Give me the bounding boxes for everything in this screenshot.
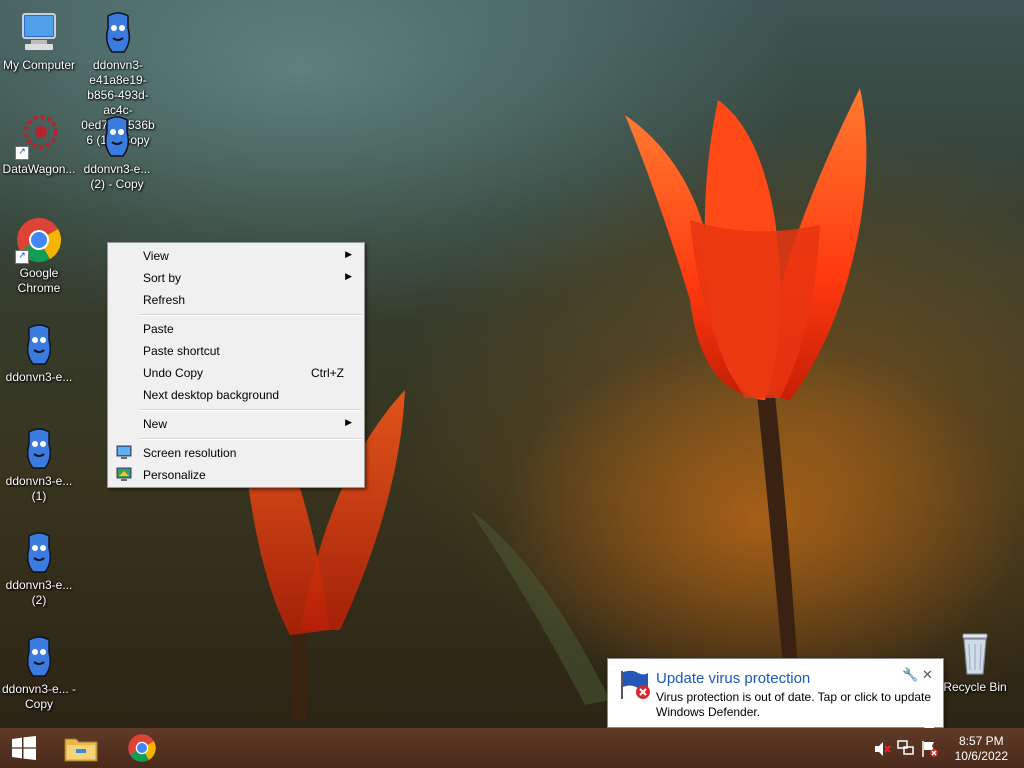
defender-flag-icon — [618, 667, 652, 701]
menu-item-view[interactable]: View ▶ — [110, 245, 362, 267]
menu-item-label: Personalize — [143, 468, 206, 482]
desktop-icon-datawagon[interactable]: ↗ DataWagon... — [0, 112, 78, 177]
personalize-icon — [115, 466, 133, 484]
menu-item-undo-copy[interactable]: Undo Copy Ctrl+Z — [110, 362, 362, 384]
taskbar-google-chrome[interactable] — [120, 728, 166, 768]
folder-icon — [64, 734, 98, 765]
clock-date: 10/6/2022 — [954, 749, 1008, 763]
desktop-icon-label: Google Chrome — [17, 266, 61, 295]
menu-separator — [139, 314, 362, 316]
desktop-icon-ddonvn3-copy[interactable]: ddonvn3-e... - Copy — [0, 632, 78, 712]
menu-separator — [139, 438, 362, 440]
menu-item-next-desktop-background[interactable]: Next desktop background — [110, 384, 362, 406]
menu-item-label: Paste shortcut — [143, 344, 220, 358]
blue-creature-icon — [15, 528, 63, 576]
taskbar-clock[interactable]: 8:57 PM 10/6/2022 — [955, 734, 1008, 764]
menu-item-label: Sort by — [143, 271, 182, 285]
blue-creature-icon — [93, 112, 141, 160]
datawagon-icon: ↗ — [15, 112, 63, 160]
desktop-icon-label: ddonvn3-e... - Copy — [1, 682, 77, 711]
desktop-icon-label: Recycle Bin — [943, 680, 1007, 694]
menu-item-label: Screen resolution — [143, 446, 237, 460]
notification-message: Virus protection is out of date. Tap or … — [656, 690, 932, 719]
desktop-icon-ddonvn3-1[interactable]: ddonvn3-e... (1) — [0, 424, 78, 504]
menu-item-personalize[interactable]: Personalize — [110, 464, 362, 486]
blue-creature-icon — [94, 8, 142, 56]
menu-item-label: Undo Copy — [143, 366, 204, 380]
desktop-icon-label: ddonvn3-e... (2) — [5, 578, 73, 607]
desktop-icon-google-chrome[interactable]: ↗ Google Chrome — [0, 216, 78, 296]
menu-item-label: View — [143, 249, 169, 263]
menu-item-paste[interactable]: Paste — [110, 318, 362, 340]
submenu-arrow-icon: ▶ — [345, 417, 352, 427]
start-button[interactable] — [0, 728, 48, 768]
desktop-icon-my-computer[interactable]: My Computer — [0, 8, 78, 73]
action-center-flag-icon[interactable] — [921, 740, 939, 761]
recycle-bin-icon — [951, 630, 999, 678]
menu-item-label: Paste — [143, 322, 174, 336]
screen-resolution-icon — [115, 444, 133, 462]
desktop-icon-label: ddonvn3-e... — [5, 370, 73, 384]
volume-muted-icon[interactable] — [874, 741, 892, 760]
menu-item-sort-by[interactable]: Sort by ▶ — [110, 267, 362, 289]
desktop-icon-label: DataWagon... — [2, 162, 76, 176]
blue-creature-icon — [15, 424, 63, 472]
desktop-context-menu: View ▶ Sort by ▶ Refresh Paste Paste sho… — [107, 242, 365, 488]
menu-item-label: New — [143, 417, 168, 431]
desktop-icon-label: ddonvn3-e... (1) — [5, 474, 73, 503]
desktop[interactable]: My Computer ddonvn3-e41a8e19-b856-493d-a… — [0, 0, 1024, 728]
desktop-icon-ddonvn3-2[interactable]: ddonvn3-e... (2) — [0, 528, 78, 608]
menu-item-label: Refresh — [143, 293, 186, 307]
network-icon[interactable] — [897, 740, 915, 759]
menu-separator — [139, 409, 362, 411]
menu-item-new[interactable]: New ▶ — [110, 413, 362, 435]
taskbar: 8:57 PM 10/6/2022 — [0, 728, 1024, 768]
taskbar-file-explorer[interactable] — [58, 728, 104, 768]
menu-item-screen-resolution[interactable]: Screen resolution — [110, 442, 362, 464]
menu-item-shortcut: Ctrl+Z — [311, 366, 344, 380]
menu-item-refresh[interactable]: Refresh — [110, 289, 362, 311]
menu-item-paste-shortcut[interactable]: Paste shortcut — [110, 340, 362, 362]
chrome-icon: ↗ — [15, 216, 63, 264]
desktop-icon-label: My Computer — [2, 58, 76, 72]
chrome-icon — [127, 733, 157, 766]
notification-title: Update virus protection — [656, 670, 811, 687]
submenu-arrow-icon: ▶ — [345, 271, 352, 281]
shortcut-arrow-icon: ↗ — [15, 250, 29, 264]
windows-logo-icon — [11, 736, 37, 763]
submenu-arrow-icon: ▶ — [345, 249, 352, 259]
desktop-icon-ddonvn3[interactable]: ddonvn3-e... — [0, 320, 78, 385]
clock-time: 8:57 PM — [958, 734, 1004, 748]
close-icon[interactable]: ✕ — [922, 667, 933, 683]
defender-notification[interactable]: Update virus protection Virus protection… — [607, 658, 944, 728]
desktop-icon-recycle-bin[interactable]: Recycle Bin — [936, 630, 1014, 695]
desktop-icon-ddonvn3-2-copy[interactable]: ddonvn3-e... (2) - Copy — [78, 112, 156, 192]
menu-item-label: Next desktop background — [143, 388, 280, 402]
settings-wrench-icon[interactable]: 🔧 — [902, 667, 918, 683]
blue-creature-icon — [15, 320, 63, 368]
shortcut-arrow-icon: ↗ — [15, 146, 29, 160]
blue-creature-icon — [15, 632, 63, 680]
computer-icon — [15, 8, 63, 56]
desktop-icon-label: ddonvn3-e... (2) - Copy — [83, 162, 151, 191]
